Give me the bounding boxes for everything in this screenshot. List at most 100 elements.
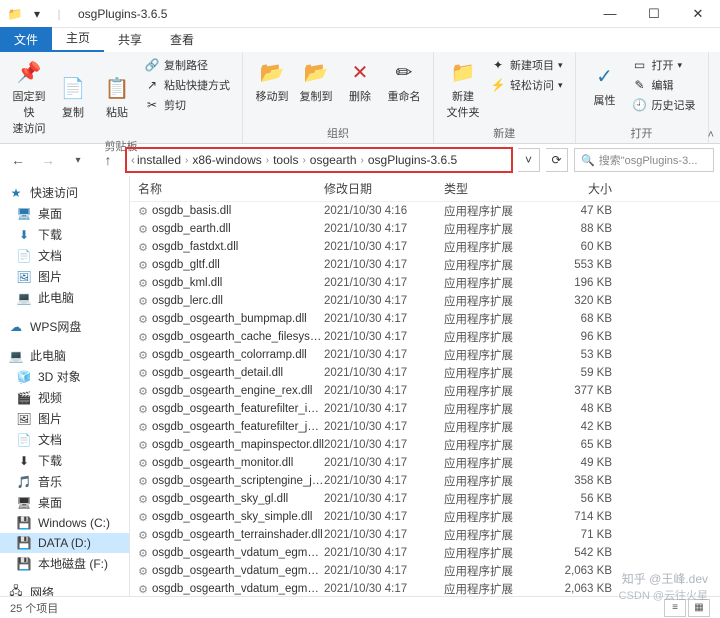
tab-share[interactable]: 共享 (104, 27, 156, 52)
file-row[interactable]: ⚙osgdb_osgearth_sky_gl.dll2021/10/30 4:1… (130, 490, 720, 508)
file-row[interactable]: ⚙osgdb_osgearth_engine_rex.dll2021/10/30… (130, 382, 720, 400)
crumb[interactable]: x86-windows (190, 153, 263, 167)
crumb[interactable]: osgPlugins-3.6.5 (366, 153, 459, 167)
file-row[interactable]: ⚙osgdb_osgearth_vdatum_egm2008.dll2021/1… (130, 580, 720, 596)
sidebar-item[interactable]: 📄文档 (0, 245, 129, 266)
chevron-right-icon[interactable]: › (300, 155, 307, 166)
properties-button[interactable]: ✓属性 (584, 56, 626, 114)
copy-to-button[interactable]: 📂复制到 (295, 56, 337, 106)
invert-button[interactable]: ⇄反向选择 (717, 96, 720, 114)
rename-button[interactable]: ✏重命名 (383, 56, 425, 106)
crumb[interactable]: osgearth (308, 153, 359, 167)
sidebar-item[interactable]: 🖼图片 (0, 408, 129, 429)
sidebar-item[interactable]: 🎬视频 (0, 387, 129, 408)
chevron-right-icon[interactable]: › (359, 155, 366, 166)
qat-dropdown-icon[interactable]: ▾ (28, 5, 46, 23)
paste-button[interactable]: 📋粘贴 (96, 56, 138, 138)
file-row[interactable]: ⚙osgdb_osgearth_colorramp.dll2021/10/30 … (130, 346, 720, 364)
file-row[interactable]: ⚙osgdb_earth.dll2021/10/30 4:17应用程序扩展88 … (130, 220, 720, 238)
sidebar-item[interactable]: 💾Windows (C:) (0, 513, 129, 533)
sidebar-item[interactable]: 🖥桌面 (0, 203, 129, 224)
minimize-button[interactable]: — (588, 0, 632, 28)
sidebar-item[interactable]: 🎵音乐 (0, 471, 129, 492)
pin-button[interactable]: 📌固定到快 速访问 (8, 56, 50, 138)
file-row[interactable]: ⚙osgdb_osgearth_detail.dll2021/10/30 4:1… (130, 364, 720, 382)
view-details-button[interactable]: ≡ (664, 599, 686, 617)
dll-file-icon: ⚙ (134, 311, 152, 327)
col-size[interactable]: 大小 (544, 180, 624, 197)
new-folder-button[interactable]: 📁新建 文件夹 (442, 56, 484, 122)
col-date[interactable]: 修改日期 (324, 180, 444, 197)
paste-shortcut-button[interactable]: ↗粘贴快捷方式 (140, 76, 234, 94)
file-row[interactable]: ⚙osgdb_osgearth_scriptengine_javascr...2… (130, 472, 720, 490)
select-none-button[interactable]: ☐全部取消 (717, 76, 720, 94)
sidebar-wps[interactable]: ☁WPS网盘 (0, 316, 129, 337)
col-type[interactable]: 类型 (444, 180, 544, 197)
file-row[interactable]: ⚙osgdb_osgearth_sky_simple.dll2021/10/30… (130, 508, 720, 526)
file-type: 应用程序扩展 (444, 455, 544, 471)
chevron-right-icon[interactable]: › (183, 155, 190, 166)
file-row[interactable]: ⚙osgdb_osgearth_vdatum_egm96.dll2021/10/… (130, 562, 720, 580)
maximize-button[interactable]: ☐ (632, 0, 676, 28)
file-row[interactable]: ⚙osgdb_osgearth_monitor.dll2021/10/30 4:… (130, 454, 720, 472)
edit-button[interactable]: ✎编辑 (628, 76, 700, 94)
search-input[interactable]: 🔍搜索"osgPlugins-3... (574, 148, 714, 172)
new-item-button[interactable]: ✦新建项目▾ (486, 56, 567, 74)
sidebar-item[interactable]: ⬇下载 (0, 224, 129, 245)
pc-icon: 💻 (8, 348, 24, 364)
sidebar-item[interactable]: 💻此电脑 (0, 287, 129, 308)
sidebar-item[interactable]: 📄文档 (0, 429, 129, 450)
file-row[interactable]: ⚙osgdb_osgearth_mapinspector.dll2021/10/… (130, 436, 720, 454)
file-row[interactable]: ⚙osgdb_gltf.dll2021/10/30 4:17应用程序扩展553 … (130, 256, 720, 274)
copy-button[interactable]: 📄复制 (52, 56, 94, 138)
sidebar-item[interactable]: 🖥桌面 (0, 492, 129, 513)
close-button[interactable]: ✕ (676, 0, 720, 28)
tab-file[interactable]: 文件 (0, 27, 52, 52)
sidebar-item[interactable]: 🖼图片 (0, 266, 129, 287)
crumb[interactable]: tools (271, 153, 300, 167)
file-row[interactable]: ⚙osgdb_osgearth_terrainshader.dll2021/10… (130, 526, 720, 544)
file-row[interactable]: ⚙osgdb_osgearth_cache_filesystem.dll2021… (130, 328, 720, 346)
cut-button[interactable]: ✂剪切 (140, 96, 234, 114)
drive-icon: 💾 (16, 556, 32, 572)
sidebar-item[interactable]: 💾DATA (D:) (0, 533, 129, 553)
sidebar-network[interactable]: 🖧网络 (0, 582, 129, 596)
sidebar-item[interactable]: 🧊3D 对象 (0, 366, 129, 387)
easy-access-button[interactable]: ⚡轻松访问▾ (486, 76, 567, 94)
crumb[interactable]: installed (135, 153, 183, 167)
file-row[interactable]: ⚙osgdb_lerc.dll2021/10/30 4:17应用程序扩展320 … (130, 292, 720, 310)
refresh-button[interactable]: ⟳ (546, 148, 568, 172)
drive-icon: 💾 (16, 515, 32, 531)
tab-home[interactable]: 主页 (52, 25, 104, 52)
ribbon-collapse-icon[interactable]: ˄ (708, 129, 714, 141)
history-button[interactable]: 🕘历史记录 (628, 96, 700, 114)
file-row[interactable]: ⚙osgdb_osgearth_bumpmap.dll2021/10/30 4:… (130, 310, 720, 328)
file-row[interactable]: ⚙osgdb_fastdxt.dll2021/10/30 4:17应用程序扩展6… (130, 238, 720, 256)
file-type: 应用程序扩展 (444, 509, 544, 525)
sidebar-quick-access[interactable]: ★快速访问 (0, 182, 129, 203)
chevron-right-icon[interactable]: › (264, 155, 271, 166)
address-bar[interactable]: ‹ installed› x86-windows› tools› osgeart… (126, 148, 512, 172)
copy-path-button[interactable]: 🔗复制路径 (140, 56, 234, 74)
file-row[interactable]: ⚙osgdb_osgearth_featurefilter_intersec..… (130, 400, 720, 418)
address-dropdown[interactable]: ˅ (518, 148, 540, 172)
sidebar-item[interactable]: 💾本地磁盘 (F:) (0, 553, 129, 574)
file-row[interactable]: ⚙osgdb_basis.dll2021/10/30 4:16应用程序扩展47 … (130, 202, 720, 220)
move-to-button[interactable]: 📂移动到 (251, 56, 293, 106)
group-label: 组织 (251, 125, 425, 141)
delete-button[interactable]: ✕删除 (339, 56, 381, 106)
col-name[interactable]: 名称 (134, 180, 324, 197)
file-row[interactable]: ⚙osgdb_osgearth_vdatum_egm84.dll2021/10/… (130, 544, 720, 562)
sidebar-item[interactable]: ⬇下载 (0, 450, 129, 471)
open-button[interactable]: ▭打开▾ (628, 56, 700, 74)
sidebar-this-pc[interactable]: 💻此电脑 (0, 345, 129, 366)
select-all-button[interactable]: ☰全部选择 (717, 56, 720, 74)
file-size: 68 KB (544, 313, 624, 325)
dll-file-icon: ⚙ (134, 581, 152, 596)
file-row[interactable]: ⚙osgdb_kml.dll2021/10/30 4:17应用程序扩展196 K… (130, 274, 720, 292)
dll-file-icon: ⚙ (134, 239, 152, 255)
view-large-button[interactable]: ▦ (688, 599, 710, 617)
file-row[interactable]: ⚙osgdb_osgearth_featurefilter_join.dll20… (130, 418, 720, 436)
tab-view[interactable]: 查看 (156, 27, 208, 52)
file-date: 2021/10/30 4:17 (324, 529, 444, 541)
